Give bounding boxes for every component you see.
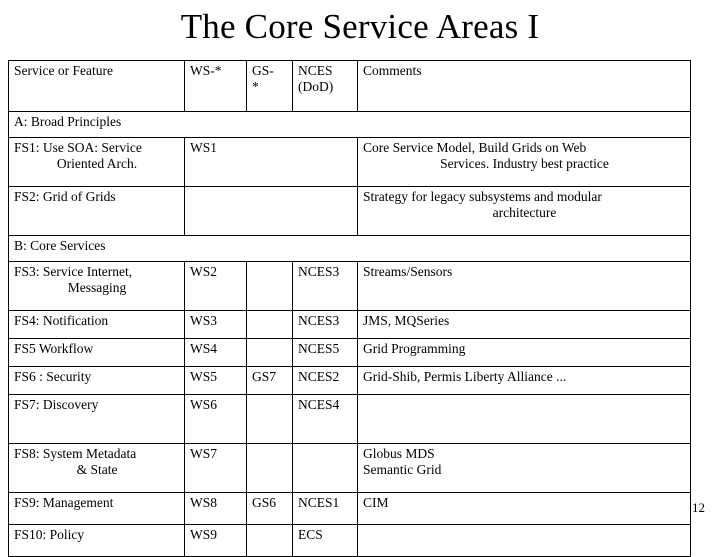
table-header-row: Service or Feature WS-* GS- * NCES (DoD)… [8,60,691,112]
table-row: FS10: Policy WS9 ECS [8,524,691,557]
row-gs [246,524,293,557]
section-row-core-services: B: Core Services [8,235,691,262]
section-label-b: B: Core Services [8,235,691,262]
row-comments: Grid Programming [357,338,691,367]
row-nces: NCES1 [292,492,358,525]
row-feature-name: FS6 : Security [8,366,185,395]
row-comments: Globus MDS Semantic Grid [357,443,691,493]
row-feature-name: FS2: Grid of Grids [8,186,185,236]
row-nces [292,443,358,493]
header-gs: GS- * [246,60,293,112]
section-label-a: A: Broad Principles [8,111,691,138]
row-ws-gs-nces-merged [184,186,358,236]
row-ws: WS3 [184,310,247,339]
row-ws: WS7 [184,443,247,493]
row-nces: NCES3 [292,310,358,339]
table-row: FS8: System Metadata & State WS7 Globus … [8,443,691,493]
row-comments: CIM [357,492,691,525]
feature-name-line1: FS9: Management [14,495,114,510]
table-row: FS4: Notification WS3 NCES3 JMS, MQSerie… [8,310,691,339]
row-gs: GS7 [246,366,293,395]
comment-line2: architecture [492,205,557,220]
table-row: FS3: Service Internet, Messaging WS2 NCE… [8,261,691,311]
comment-line2: Services. Industry best practice [440,156,609,171]
comment-line1: Streams/Sensors [363,264,453,279]
row-feature-name: FS9: Management [8,492,185,525]
row-gs [246,338,293,367]
row-gs: GS6 [246,492,293,525]
row-ws: WS2 [184,261,247,311]
row-feature-name: FS7: Discovery [8,394,185,444]
row-gs [246,443,293,493]
row-nces: NCES4 [292,394,358,444]
row-gs [246,261,293,311]
feature-name-line1: FS5 Workflow [14,341,94,356]
table-row: FS6 : Security WS5 GS7 NCES2 Grid-Shib, … [8,366,691,395]
header-gs-line1: GS- [252,63,274,78]
comment-line1: CIM [363,495,389,510]
row-ws: WS6 [184,394,247,444]
row-comments: Streams/Sensors [357,261,691,311]
feature-name-line2: Oriented Arch. [56,156,138,171]
row-comments: JMS, MQSeries [357,310,691,339]
row-ws-gs-nces-merged: WS1 [184,137,358,187]
header-nces: NCES (DoD) [292,60,358,112]
row-feature-name: FS3: Service Internet, Messaging [8,261,185,311]
feature-name-line1: FS3: Service Internet, [14,264,133,279]
feature-name-line1: FS2: Grid of Grids [14,189,116,204]
table-row: FS5 Workflow WS4 NCES5 Grid Programming [8,338,691,367]
row-gs [246,394,293,444]
row-nces: ECS [292,524,358,557]
row-ws: WS4 [184,338,247,367]
header-nces-line1: NCES [298,63,333,78]
comment-line1: Strategy for legacy subsystems and modul… [363,189,602,204]
header-gs-line2: * [252,79,259,94]
comment-line1: Grid Programming [363,341,466,356]
row-ws: WS9 [184,524,247,557]
header-nces-line2: (DoD) [298,79,334,94]
feature-name-line1: FS1: Use SOA: Service [14,140,142,155]
table-row: FS9: Management WS8 GS6 NCES1 CIM [8,492,691,525]
section-row-broad-principles: A: Broad Principles [8,111,691,138]
row-comments: Strategy for legacy subsystems and modul… [357,186,691,236]
row-nces: NCES2 [292,366,358,395]
page-title: The Core Service Areas I [180,7,540,46]
header-ws: WS-* [184,60,247,112]
row-ws: WS8 [184,492,247,525]
row-gs [246,310,293,339]
table-row: FS7: Discovery WS6 NCES4 [8,394,691,444]
comment-line1: JMS, MQSeries [363,313,450,328]
header-comments: Comments [357,60,691,112]
row-comments [357,394,691,444]
page-number: 12 [692,500,705,515]
row-feature-name: FS10: Policy [8,524,185,557]
feature-name-line1: FS6 : Security [14,369,92,384]
row-ws: WS5 [184,366,247,395]
row-comments [357,524,691,557]
feature-name-line1: FS10: Policy [14,527,85,542]
row-comments: Core Service Model, Build Grids on Web S… [357,137,691,187]
table-row: FS1: Use SOA: Service Oriented Arch. WS1… [8,137,691,187]
feature-name-line1: FS7: Discovery [14,397,99,412]
header-service-or-feature: Service or Feature [8,60,185,112]
table-row: FS2: Grid of Grids Strategy for legacy s… [8,186,691,236]
row-feature-name: FS5 Workflow [8,338,185,367]
comment-line1: Grid-Shib, Permis Liberty Alliance ... [363,369,567,384]
row-feature-name: FS4: Notification [8,310,185,339]
comment-line2: Semantic Grid [363,462,442,477]
row-nces: NCES5 [292,338,358,367]
comment-line1: Globus MDS [363,446,435,461]
comment-line1: Core Service Model, Build Grids on Web [363,140,587,155]
feature-name-line2: & State [76,462,118,477]
core-service-areas-table: Service or Feature WS-* GS- * NCES (DoD)… [8,60,691,557]
feature-name-line1: FS4: Notification [14,313,109,328]
feature-name-line2: Messaging [67,280,127,295]
row-comments: Grid-Shib, Permis Liberty Alliance ... [357,366,691,395]
feature-name-line1: FS8: System Metadata [14,446,137,461]
row-feature-name: FS8: System Metadata & State [8,443,185,493]
row-feature-name: FS1: Use SOA: Service Oriented Arch. [8,137,185,187]
row-nces: NCES3 [292,261,358,311]
